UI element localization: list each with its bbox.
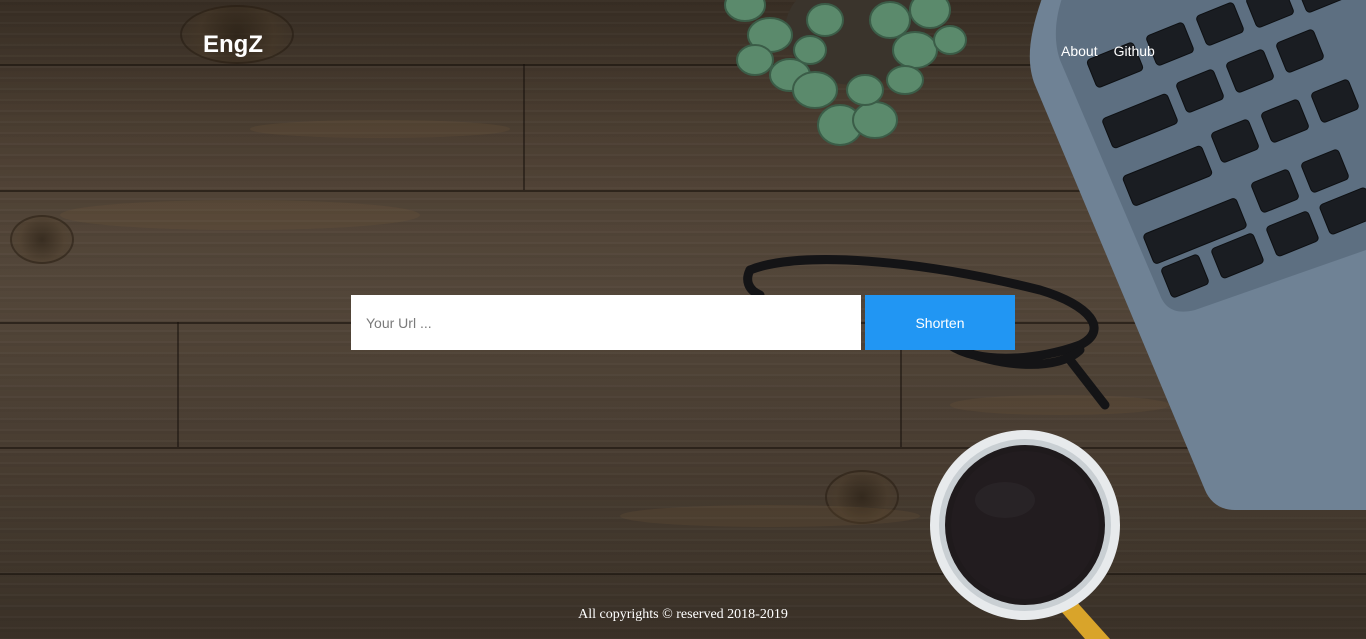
nav-link-github[interactable]: Github (1114, 43, 1155, 60)
succulent-plant-decoration (724, 0, 967, 146)
top-nav: About Github (1061, 43, 1155, 60)
brand-logo[interactable]: EngZ (203, 30, 263, 60)
wood-knot (10, 215, 74, 264)
wood-grain (250, 120, 510, 138)
shorten-button[interactable]: Shorten (865, 295, 1015, 350)
plank-seam (177, 322, 179, 447)
wood-grain (620, 505, 920, 527)
footer-copyright: All copyrights © reserved 2018-2019 (578, 607, 788, 622)
nav-link-about[interactable]: About (1061, 43, 1098, 60)
plank-seam (523, 64, 525, 190)
url-input[interactable] (351, 295, 861, 350)
wood-grain (60, 200, 420, 230)
plank-seam (0, 573, 1366, 575)
